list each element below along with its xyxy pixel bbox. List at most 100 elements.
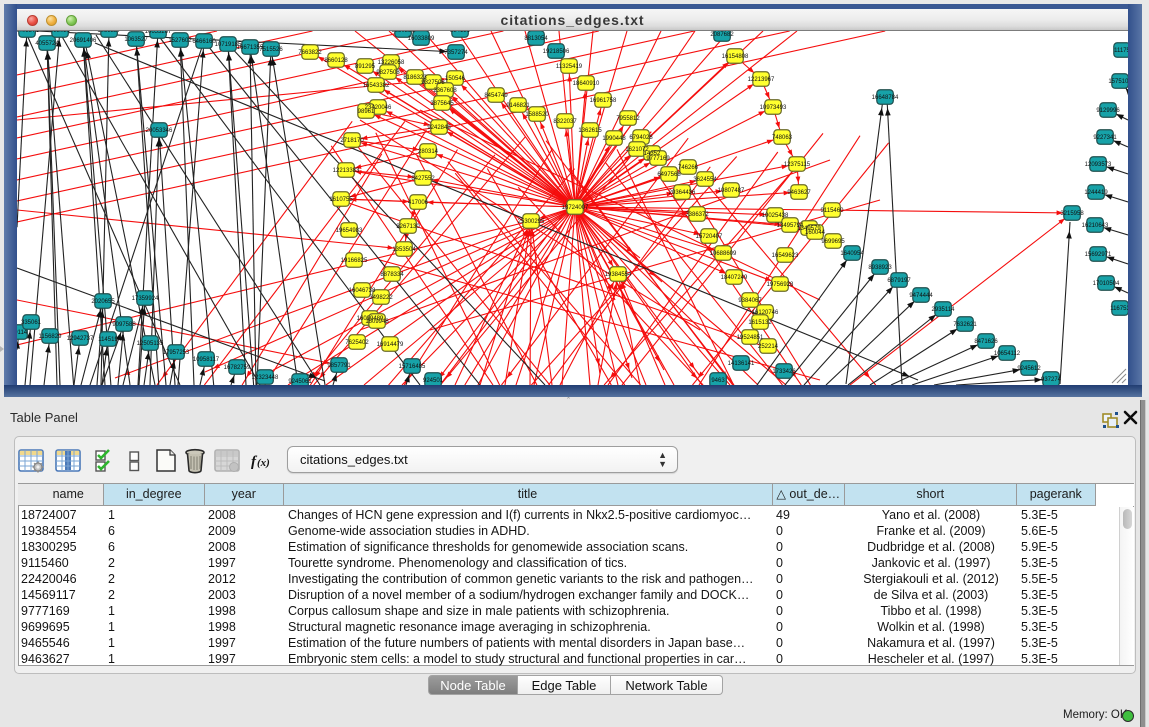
- svg-text:1527602: 1527602: [168, 38, 192, 44]
- svg-text:10654112: 10654112: [994, 351, 1021, 357]
- svg-text:25300295: 25300295: [518, 219, 545, 225]
- svg-text:20691406: 20691406: [70, 38, 97, 44]
- svg-text:9242848: 9242848: [427, 125, 451, 131]
- svg-text:6466160: 6466160: [192, 39, 216, 45]
- svg-text:16120746: 16120746: [752, 310, 779, 316]
- svg-text:17359924: 17359924: [132, 296, 159, 302]
- svg-text:12213383: 12213383: [333, 168, 360, 174]
- svg-text:10807487: 10807487: [718, 188, 745, 194]
- svg-text:8427552: 8427552: [411, 176, 435, 182]
- svg-text:16648784: 16648784: [872, 95, 899, 101]
- svg-text:8813054: 8813054: [524, 36, 548, 42]
- svg-text:11175: 11175: [1114, 48, 1128, 54]
- svg-text:6879197: 6879197: [887, 278, 911, 284]
- svg-text:6497568: 6497568: [657, 172, 681, 178]
- svg-text:1063527: 1063527: [124, 37, 148, 43]
- svg-text:1588520: 1588520: [525, 112, 549, 118]
- svg-text:15720407: 15720407: [696, 234, 723, 240]
- svg-text:19384554: 19384554: [605, 272, 632, 278]
- svg-text:7386372: 7386372: [685, 212, 709, 218]
- svg-text:11325419: 11325419: [556, 64, 583, 70]
- svg-text:9857791: 9857791: [327, 363, 351, 369]
- svg-text:8454749: 8454749: [484, 93, 508, 99]
- svg-text:1575104: 1575104: [1108, 79, 1128, 85]
- svg-text:16046738: 16046738: [349, 288, 376, 294]
- svg-text:746266: 746266: [678, 165, 699, 171]
- svg-text:2405572: 2405572: [17, 31, 39, 34]
- svg-text:3267130: 3267130: [396, 224, 420, 230]
- svg-text:16210643: 16210643: [1082, 223, 1109, 229]
- svg-text:150546: 150546: [445, 76, 466, 82]
- svg-text:9146821: 9146821: [506, 103, 530, 109]
- svg-text:7663822: 7663822: [298, 50, 322, 56]
- svg-text:16033809: 16033809: [408, 36, 435, 42]
- svg-text:16961758: 16961758: [590, 98, 617, 104]
- svg-text:16549623: 16549623: [772, 253, 799, 259]
- svg-text:7625402: 7625402: [345, 340, 369, 346]
- svg-text:12323448: 12323448: [252, 375, 279, 381]
- svg-text:891295: 891295: [355, 64, 376, 70]
- svg-text:2367608: 2367608: [433, 88, 457, 94]
- svg-text:9463627: 9463627: [787, 190, 811, 196]
- svg-text:1362615: 1362615: [578, 128, 602, 134]
- svg-text:3498222: 3498222: [369, 295, 393, 301]
- svg-text:8878334: 8878334: [380, 272, 404, 278]
- svg-text:9227341: 9227341: [1093, 135, 1117, 141]
- svg-text:18724007: 18724007: [562, 205, 589, 211]
- svg-text:1156829: 1156829: [39, 334, 63, 340]
- svg-text:9777169: 9777169: [646, 156, 670, 162]
- svg-text:9097588: 9097588: [112, 322, 136, 328]
- svg-text:9474444: 9474444: [909, 293, 933, 299]
- svg-text:3624554: 3624554: [693, 177, 717, 183]
- svg-text:1609948: 1609948: [365, 319, 389, 325]
- svg-text:14136141: 14136141: [728, 361, 755, 367]
- svg-text:417006: 417006: [408, 200, 429, 206]
- svg-text:9327508: 9327508: [421, 80, 445, 86]
- svg-text:116753: 116753: [1110, 306, 1128, 312]
- svg-text:9245612: 9245612: [1017, 366, 1041, 372]
- svg-text:3215958: 3215958: [1060, 211, 1084, 217]
- svg-text:7515526: 7515526: [259, 47, 283, 53]
- svg-text:13226058: 13226058: [378, 60, 405, 66]
- svg-text:1640954: 1640954: [840, 251, 864, 257]
- svg-text:15692971: 15692971: [1085, 252, 1112, 258]
- svg-text:10973493: 10973493: [760, 105, 787, 111]
- svg-text:16154808: 16154808: [722, 54, 749, 60]
- svg-text:985021: 985021: [50, 31, 71, 34]
- svg-text:10025438: 10025438: [762, 213, 789, 219]
- svg-text:19756928: 19756928: [767, 282, 794, 288]
- svg-text:1353504: 1353504: [392, 247, 416, 253]
- svg-text:12942737: 12942737: [67, 336, 94, 342]
- svg-text:252214: 252214: [758, 344, 779, 350]
- svg-text:19166825: 19166825: [341, 258, 368, 264]
- svg-text:15716485: 15716485: [399, 364, 426, 370]
- svg-text:9650331: 9650331: [391, 31, 415, 34]
- svg-text:937274: 937274: [1041, 377, 1062, 383]
- svg-text:3875645: 3875645: [430, 101, 454, 107]
- svg-text:9115460: 9115460: [821, 208, 845, 214]
- svg-text:2020655: 2020655: [91, 299, 115, 305]
- svg-text:12505135: 12505135: [137, 341, 164, 347]
- svg-text:335061: 335061: [21, 320, 42, 326]
- svg-text:9129996: 9129996: [1096, 108, 1120, 114]
- svg-text:7955812: 7955812: [616, 116, 640, 122]
- svg-text:17010504: 17010504: [1093, 281, 1120, 287]
- svg-text:16543382: 16543382: [363, 83, 390, 89]
- svg-text:10653267: 10653267: [145, 31, 172, 35]
- svg-text:12093573: 12093573: [1085, 162, 1112, 168]
- svg-text:8938923: 8938923: [868, 265, 892, 271]
- svg-text:8471626: 8471626: [974, 339, 998, 345]
- svg-text:1615132: 1615132: [748, 320, 772, 326]
- svg-text:9384067: 9384067: [738, 298, 762, 304]
- svg-text:1053527: 1053527: [97, 31, 121, 34]
- svg-text:16914479: 16914479: [377, 342, 404, 348]
- svg-text:7632621: 7632621: [953, 322, 977, 328]
- svg-text:10958117: 10958117: [193, 357, 220, 363]
- svg-text:20364436: 20364436: [669, 190, 696, 196]
- svg-text:9463: 9463: [711, 378, 725, 384]
- svg-text:39114: 39114: [17, 330, 28, 336]
- svg-text:748063: 748063: [772, 135, 793, 141]
- svg-text:8322037: 8322037: [553, 119, 577, 125]
- svg-text:2935114: 2935114: [932, 307, 956, 313]
- svg-text:8660128: 8660128: [324, 58, 348, 64]
